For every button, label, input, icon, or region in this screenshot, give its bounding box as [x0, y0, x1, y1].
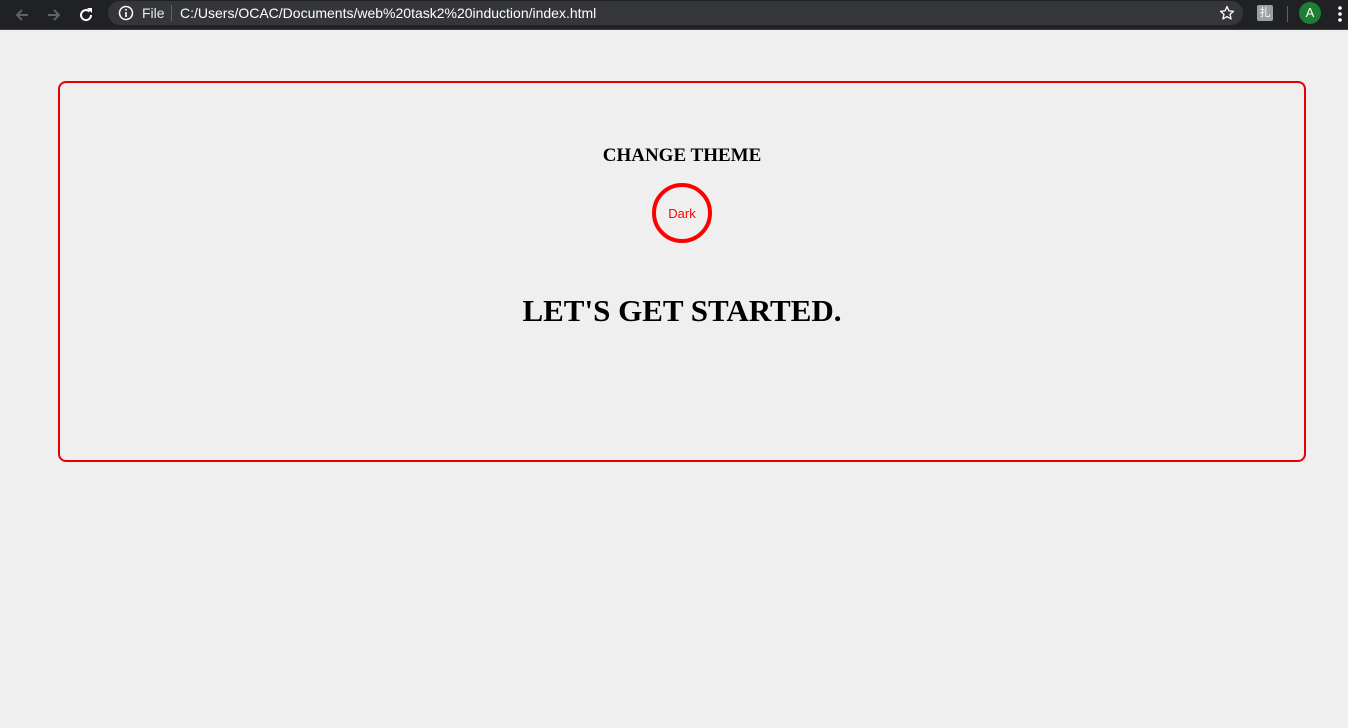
reload-icon: [80, 8, 93, 22]
content-card: CHANGE THEME Dark LET'S GET STARTED.: [58, 81, 1306, 462]
arrow-left-icon: [15, 9, 28, 21]
profile-avatar[interactable]: A: [1299, 2, 1321, 24]
kebab-menu-icon[interactable]: [1336, 5, 1344, 23]
toolbar-separator: [1287, 6, 1288, 22]
back-button[interactable]: [10, 3, 34, 27]
browser-toolbar: File C:/Users/OCAC/Documents/web%20task2…: [0, 0, 1348, 30]
address-separator: [171, 5, 172, 21]
url-text[interactable]: C:/Users/OCAC/Documents/web%20task2%20in…: [180, 5, 596, 21]
scheme-label: File: [142, 5, 165, 21]
address-bar[interactable]: File C:/Users/OCAC/Documents/web%20task2…: [108, 1, 1243, 25]
extension-icon[interactable]: 扎: [1257, 5, 1273, 21]
star-icon[interactable]: [1219, 5, 1235, 21]
reload-button[interactable]: [74, 3, 98, 27]
page-heading: LET'S GET STARTED.: [522, 293, 842, 328]
dark-theme-button[interactable]: Dark: [652, 183, 712, 243]
arrow-right-icon: [48, 9, 61, 21]
info-icon[interactable]: [118, 5, 134, 21]
forward-button[interactable]: [42, 3, 66, 27]
change-theme-label: CHANGE THEME: [602, 145, 762, 166]
